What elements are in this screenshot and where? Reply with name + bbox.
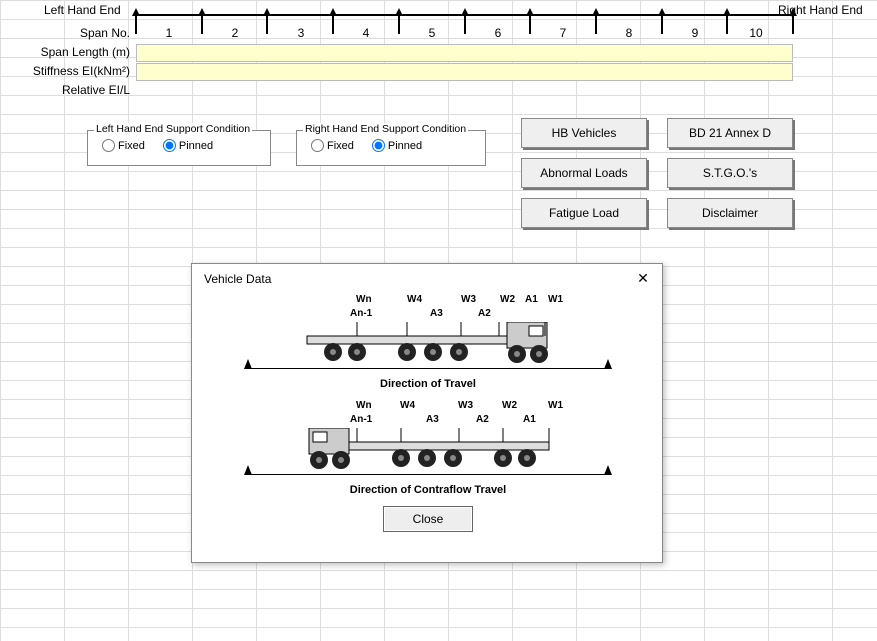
abnormal-loads-button[interactable]: Abnormal Loads xyxy=(521,158,647,188)
truck-left-icon xyxy=(273,428,583,470)
dialog-body: Wn W4 W3 W2 A1 W1 An-1 A3 A2 xyxy=(202,294,654,554)
span-number: 1 xyxy=(154,26,184,40)
left-pinned-radio[interactable]: Pinned xyxy=(163,139,213,152)
axle-spacing-labels-contraflow: An-1 A3 A2 A1 xyxy=(248,414,608,426)
close-button[interactable]: Close xyxy=(383,506,473,532)
span-number: 5 xyxy=(417,26,447,40)
truck-right-icon xyxy=(273,322,583,364)
span-number: 9 xyxy=(680,26,710,40)
axle-spacing-labels: An-1 A3 A2 xyxy=(248,308,608,320)
right-pinned-radio[interactable]: Pinned xyxy=(372,139,422,152)
span-no-label: Span No. xyxy=(0,26,134,40)
span-number: 2 xyxy=(220,26,250,40)
vehicle-data-dialog: Vehicle Data ✕ Wn W4 W3 W2 A1 W1 An-1 A3… xyxy=(191,263,663,563)
stiffness-input-row[interactable] xyxy=(136,63,793,81)
stgo-button[interactable]: S.T.G.O.'s xyxy=(667,158,793,188)
axle-weight-labels: Wn W4 W3 W2 A1 W1 xyxy=(248,294,608,308)
span-number: 3 xyxy=(286,26,316,40)
right-support-legend: Right Hand End Support Condition xyxy=(303,123,468,135)
span-number: 7 xyxy=(548,26,578,40)
left-support-legend: Left Hand End Support Condition xyxy=(94,123,252,135)
span-number: 4 xyxy=(351,26,381,40)
left-support-groupbox: Left Hand End Support Condition Fixed Pi… xyxy=(87,130,271,166)
span-number: 6 xyxy=(483,26,513,40)
dialog-title: Vehicle Data xyxy=(204,272,271,286)
span-number: 8 xyxy=(614,26,644,40)
span-length-label: Span Length (m) xyxy=(0,45,134,59)
direction-arrow-contraflow xyxy=(248,474,608,494)
hb-vehicles-button[interactable]: HB Vehicles xyxy=(521,118,647,148)
left-fixed-radio[interactable]: Fixed xyxy=(102,139,145,152)
relative-eil-label: Relative EI/L xyxy=(0,83,134,97)
right-fixed-radio[interactable]: Fixed xyxy=(311,139,354,152)
disclaimer-button[interactable]: Disclaimer xyxy=(667,198,793,228)
left-hand-end-label: Left Hand End xyxy=(44,3,121,17)
axle-weight-labels-contraflow: Wn W4 W3 W2 W1 xyxy=(248,400,608,414)
span-length-input-row[interactable] xyxy=(136,44,793,62)
bd21-annex-d-button[interactable]: BD 21 Annex D xyxy=(667,118,793,148)
direction-arrow xyxy=(248,368,608,388)
span-number: 10 xyxy=(741,26,771,40)
close-icon[interactable]: ✕ xyxy=(634,270,652,288)
stiffness-label: Stiffness EI(kNm²) xyxy=(0,64,134,78)
fatigue-load-button[interactable]: Fatigue Load xyxy=(521,198,647,228)
right-support-groupbox: Right Hand End Support Condition Fixed P… xyxy=(296,130,486,166)
